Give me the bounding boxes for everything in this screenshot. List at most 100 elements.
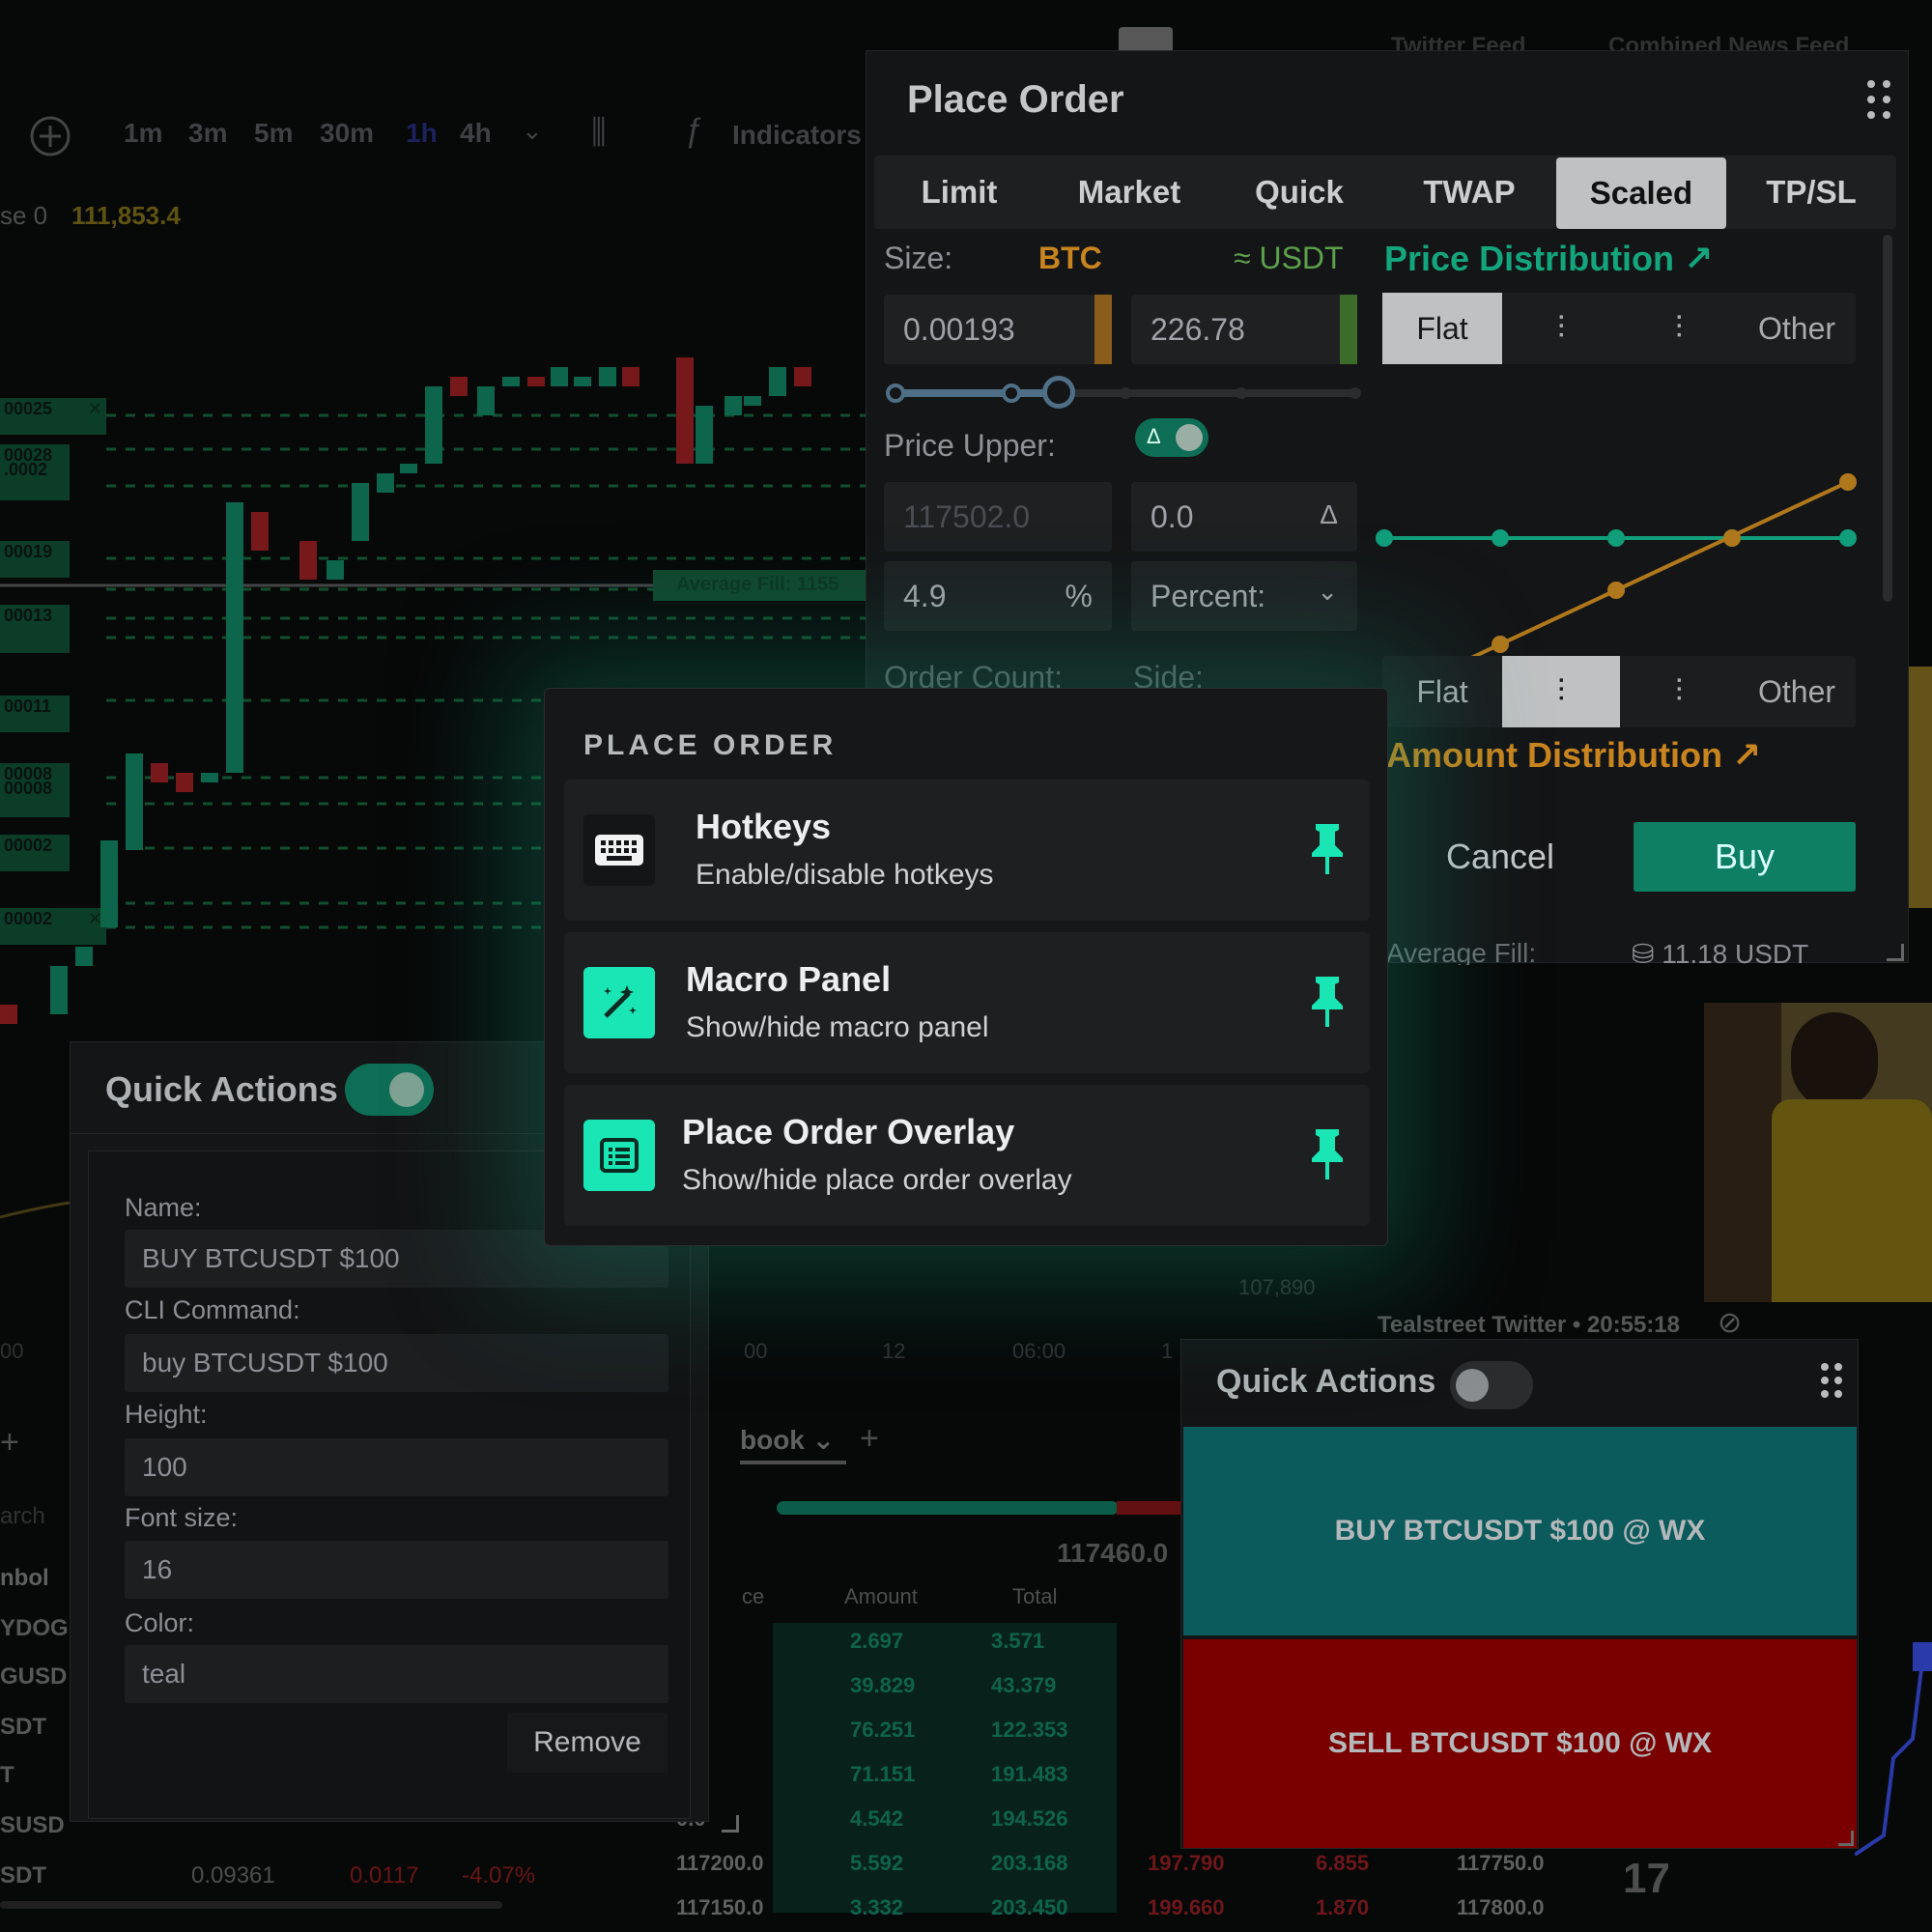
- resize-handle[interactable]: [722, 1815, 739, 1833]
- orderbook-ask-cell: 1.870: [1316, 1895, 1370, 1919]
- orderbook-ask-cell: 197.790: [1148, 1851, 1225, 1875]
- candle-style-icon[interactable]: ⫼: [591, 114, 607, 152]
- cli-input[interactable]: buy BTCUSDT $100: [125, 1334, 668, 1392]
- height-input[interactable]: 100: [125, 1438, 668, 1496]
- slider-stop[interactable]: [886, 384, 905, 403]
- menu-item-place-order-overlay[interactable]: Place Order Overlay Show/hide place orde…: [564, 1085, 1370, 1226]
- remove-button[interactable]: Remove: [507, 1713, 668, 1773]
- add-icon[interactable]: +: [860, 1420, 879, 1458]
- buy-quick-action-button[interactable]: BUY BTCUSDT $100 @ WX: [1183, 1427, 1857, 1635]
- indicators-button[interactable]: Indicators: [732, 120, 862, 151]
- menu-item-macro-panel[interactable]: Macro Panel Show/hide macro panel: [564, 932, 1370, 1073]
- quick-actions-widget: Quick Actions BUY BTCUSDT $100 @ WX SELL…: [1180, 1339, 1859, 1849]
- order-tag[interactable]: 00002: [0, 835, 70, 871]
- cli-label: CLI Command:: [125, 1295, 300, 1324]
- candle: [551, 367, 568, 386]
- watchlist-pct: -4.07%: [462, 1862, 536, 1889]
- tab-scaled[interactable]: Scaled: [1556, 157, 1726, 229]
- quick-actions-widget-toggle[interactable]: [1450, 1361, 1533, 1409]
- drag-handle-icon[interactable]: [1821, 1363, 1842, 1398]
- timeframe-1h[interactable]: 1h: [406, 118, 438, 149]
- watchlist-symbol[interactable]: YDOG: [0, 1615, 69, 1642]
- dist-increasing-icon[interactable]: ⫶: [1502, 293, 1620, 364]
- price-delta-input[interactable]: 0.0 Δ: [1131, 482, 1357, 552]
- candle: [502, 377, 520, 386]
- order-tag[interactable]: 00025 ✕: [0, 398, 106, 435]
- slider-stop[interactable]: [1236, 387, 1247, 399]
- candle: [151, 763, 168, 782]
- tweet-image[interactable]: [1704, 1003, 1932, 1302]
- resize-handle[interactable]: [1838, 1831, 1854, 1846]
- tab-twap[interactable]: TWAP: [1384, 156, 1554, 229]
- order-tag[interactable]: 00011: [0, 696, 70, 732]
- watchlist-symbol[interactable]: SUSD: [0, 1812, 65, 1839]
- slider-stop[interactable]: [1350, 387, 1361, 399]
- scrollbar[interactable]: [0, 1901, 502, 1909]
- price-upper-input[interactable]: 117502.0: [884, 482, 1112, 552]
- add-icon[interactable]: +: [0, 1424, 19, 1462]
- slider-stop[interactable]: [1002, 384, 1021, 403]
- size-btc-input[interactable]: 0.00193: [884, 295, 1112, 364]
- amount-dist-increasing-icon[interactable]: ⫶: [1502, 656, 1620, 727]
- order-tag[interactable]: 00028 .0002: [0, 444, 70, 500]
- size-slider-handle[interactable]: [1042, 376, 1075, 409]
- buy-button[interactable]: Buy: [1634, 822, 1856, 892]
- timeframe-4h[interactable]: 4h: [460, 118, 492, 149]
- amount-dist-other[interactable]: Other: [1738, 656, 1856, 727]
- hidden-eye-icon[interactable]: ⊘: [1718, 1306, 1742, 1340]
- tab-market[interactable]: Market: [1044, 156, 1214, 229]
- percent-input[interactable]: 4.9%: [884, 561, 1112, 631]
- place-order-title: Place Order: [907, 78, 1124, 121]
- timeframe-5m[interactable]: 5m: [254, 118, 293, 149]
- menu-item-hotkeys[interactable]: Hotkeys Enable/disable hotkeys: [564, 780, 1370, 921]
- percent-mode-select[interactable]: Percent: ⌄: [1131, 561, 1357, 631]
- quick-actions-toggle[interactable]: [345, 1064, 434, 1116]
- function-icon[interactable]: ƒ: [684, 112, 702, 150]
- watchlist-search[interactable]: arch: [0, 1503, 45, 1530]
- watchlist-symbol[interactable]: T: [0, 1762, 14, 1789]
- orderbook-cell: 43.379: [991, 1673, 1057, 1697]
- amount-dist-flat[interactable]: Flat: [1382, 656, 1502, 727]
- watchlist-symbol[interactable]: SDT: [0, 1862, 46, 1889]
- dist-flat[interactable]: Flat: [1382, 293, 1502, 364]
- tab-tpsl[interactable]: TP/SL: [1726, 156, 1896, 229]
- timeframe-1m[interactable]: 1m: [124, 118, 162, 149]
- sell-quick-action-button[interactable]: SELL BTCUSDT $100 @ WX: [1183, 1639, 1857, 1848]
- size-label: Size:: [884, 241, 953, 275]
- candle: [744, 396, 761, 406]
- candle: [676, 357, 694, 464]
- order-tag[interactable]: 00013: [0, 605, 70, 653]
- pin-icon[interactable]: [1306, 822, 1349, 876]
- orderbook-cell: 76.251: [850, 1718, 916, 1742]
- dist-other[interactable]: Other: [1738, 293, 1856, 364]
- delta-toggle[interactable]: Δ: [1135, 418, 1208, 457]
- slider-stop[interactable]: [1120, 387, 1131, 399]
- chevron-down-icon[interactable]: ⌄: [522, 116, 543, 146]
- timeframe-30m[interactable]: 30m: [320, 118, 374, 149]
- watchlist-symbol[interactable]: GUSD: [0, 1663, 67, 1690]
- size-usdt-input[interactable]: 226.78: [1131, 295, 1357, 364]
- watchlist-symbol[interactable]: SDT: [0, 1714, 46, 1741]
- order-tag[interactable]: 00002 ✕: [0, 908, 106, 945]
- font-size-input[interactable]: 16: [125, 1541, 668, 1599]
- time-tick: 00: [744, 1339, 768, 1363]
- order-tag[interactable]: 00019: [0, 541, 70, 578]
- color-input[interactable]: teal: [125, 1645, 668, 1703]
- amount-dist-decreasing-icon[interactable]: ⫶: [1620, 656, 1738, 727]
- timeframe-3m[interactable]: 3m: [188, 118, 227, 149]
- dist-decreasing-icon[interactable]: ⫶: [1620, 293, 1738, 364]
- tab-limit[interactable]: Limit: [874, 156, 1044, 229]
- chevron-down-icon: ⌄: [1317, 577, 1338, 606]
- orderbook-cell: 117150.0: [676, 1895, 764, 1919]
- candle: [574, 377, 591, 386]
- cancel-button[interactable]: Cancel: [1394, 822, 1606, 892]
- orderbook-tab[interactable]: book ⌄: [740, 1424, 835, 1456]
- order-tag[interactable]: 00008 00008: [0, 763, 70, 817]
- scrollbar[interactable]: [1883, 235, 1892, 602]
- color-label: Color:: [125, 1608, 195, 1637]
- resize-handle[interactable]: [1887, 944, 1904, 961]
- drag-handle-icon[interactable]: [1867, 80, 1892, 121]
- pin-icon[interactable]: [1306, 1127, 1349, 1181]
- pin-icon[interactable]: [1306, 975, 1349, 1029]
- tab-quick[interactable]: Quick: [1214, 156, 1384, 229]
